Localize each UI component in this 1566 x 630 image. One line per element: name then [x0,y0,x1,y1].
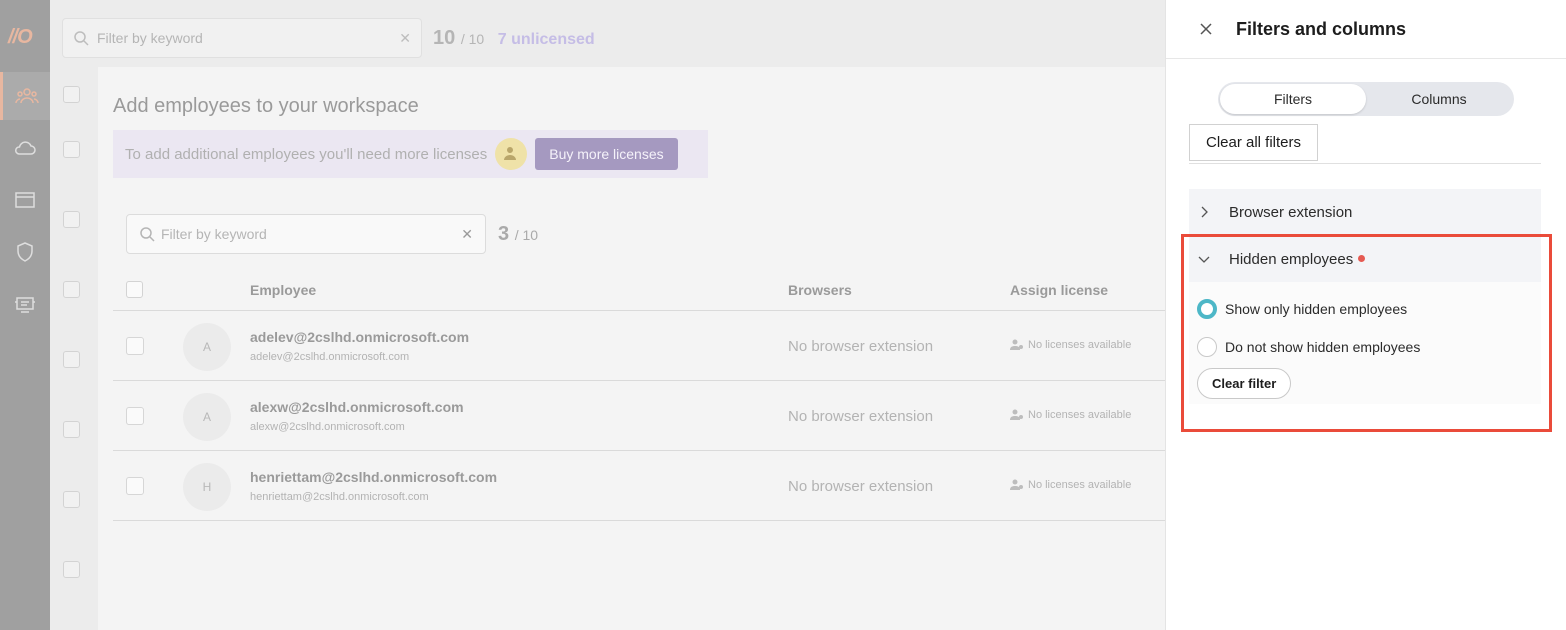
avatar: H [183,463,231,511]
row-checkbox[interactable] [63,141,80,158]
modal-count-value: 3 [498,223,510,245]
row-checkbox[interactable] [63,491,80,508]
employee-email: adelev@2cslhd.onmicrosoft.com [250,329,470,345]
hidden-employees-options: Show only hidden employees Do not show h… [1189,282,1541,404]
browser-window-icon [15,192,35,208]
search-icon [74,31,89,46]
nav-devices[interactable] [0,280,50,328]
modal-count-total: / 10 [514,227,539,243]
buy-more-licenses-button[interactable]: Buy more licenses [535,138,678,170]
select-all-checkbox[interactable] [126,281,143,298]
license-status: No licenses available [1010,479,1131,491]
table-row[interactable]: A alexw@2cslhd.onmicrosoft.com alexw@2cs… [113,381,1166,451]
accordion-hidden-employees[interactable]: Hidden employees [1189,236,1541,282]
employee-count: 10 / 10 7 unlicensed [433,27,595,50]
license-status: No licenses available [1010,339,1131,351]
search-icon [140,227,155,242]
notice-text: To add additional employees you'll need … [125,145,488,163]
unlicensed-link[interactable]: 7 unlicensed [498,31,595,48]
row-checkbox[interactable] [63,351,80,368]
radio-label: Show only hidden employees [1225,301,1408,317]
avatar: A [183,393,231,441]
clear-search-icon[interactable]: ✕ [461,226,473,243]
nav-rail: //O [0,0,50,630]
nav-cloud[interactable] [0,124,50,172]
user-license-icon [495,138,528,170]
row-checkbox[interactable] [63,86,80,103]
row-checkbox[interactable] [126,407,144,425]
avatar: A [183,323,231,371]
row-checkbox[interactable] [63,421,80,438]
drawer-title: Filters and columns [1236,18,1407,39]
radio-show-only-hidden[interactable]: Show only hidden employees [1197,299,1407,319]
close-drawer-button[interactable] [1196,19,1216,39]
drawer-header: Filters and columns [1166,0,1566,59]
license-text: No licenses available [1028,409,1132,421]
radio-label: Do not show hidden employees [1225,339,1421,355]
user-icon [1010,479,1023,490]
modal-search-placeholder: Filter by keyword [161,226,267,242]
column-assign-license[interactable]: Assign license [1010,282,1108,298]
employee-email: henriettam@2cslhd.onmicrosoft.com [250,469,498,485]
divider [1189,163,1541,164]
radio-selected[interactable] [1197,299,1217,319]
employee-email: alexw@2cslhd.onmicrosoft.com [250,399,464,415]
nav-browser[interactable] [0,176,50,224]
row-checkbox[interactable] [126,477,144,495]
nav-security[interactable] [0,228,50,276]
table-row[interactable]: H henriettam@2cslhd.onmicrosoft.com henr… [113,451,1166,521]
chevron-right-icon [1189,206,1219,218]
employees-search[interactable]: Filter by keyword ✕ [62,18,422,58]
modal-search[interactable]: Filter by keyword ✕ [126,214,486,254]
search-placeholder: Filter by keyword [97,30,203,46]
add-employees-modal: Add employees to your workspace To add a… [98,67,1166,630]
radio-do-not-show-hidden[interactable]: Do not show hidden employees [1197,337,1420,357]
browser-status: No browser extension [788,338,934,355]
license-text: No licenses available [1028,339,1132,351]
tab-columns[interactable]: Columns [1366,84,1512,114]
license-notice: To add additional employees you'll need … [113,130,708,178]
clear-all-filters-button[interactable]: Clear all filters [1189,124,1319,161]
table-row[interactable]: A adelev@2cslhd.onmicrosoft.com adelev@2… [113,311,1166,381]
browser-status: No browser extension [788,408,934,425]
filters-drawer: Filters and columns Filters Columns Clea… [1165,0,1566,630]
table-header: Employee Browsers Assign license [113,268,1166,311]
row-checkbox[interactable] [63,281,80,298]
column-employee[interactable]: Employee [250,282,316,298]
employee-email-sub: henriettam@2cslhd.onmicrosoft.com [250,491,429,503]
license-status: No licenses available [1010,409,1131,421]
employees-icon [14,88,39,104]
accordion-label: Browser extension [1229,203,1353,221]
app-logo[interactable]: //O [8,26,33,49]
browser-status: No browser extension [788,478,934,495]
radio-unselected[interactable] [1197,337,1217,357]
chevron-down-icon [1189,255,1219,263]
cloud-icon [15,141,36,155]
modal-title: Add employees to your workspace [113,95,419,117]
active-filter-dot [1358,254,1366,262]
modal-count: 3 / 10 [498,223,538,246]
filters-columns-toggle: Filters Columns [1218,82,1514,116]
clear-search-icon[interactable]: ✕ [399,30,411,47]
row-checkbox[interactable] [63,211,80,228]
background-page: Filter by keyword ✕ 10 / 10 7 unlicensed… [50,0,1166,630]
tab-filters[interactable]: Filters [1220,84,1366,114]
row-checkbox[interactable] [126,337,144,355]
nav-employees[interactable] [0,72,50,120]
close-icon [1200,23,1212,35]
user-icon [1010,409,1023,420]
accordion-label: Hidden employees [1229,250,1354,268]
clear-filter-button[interactable]: Clear filter [1197,368,1292,399]
column-browsers[interactable]: Browsers [788,282,852,298]
device-icon [15,297,35,313]
accordion-browser-extension[interactable]: Browser extension [1189,189,1541,235]
count-value: 10 [433,27,456,49]
count-total: / 10 [460,31,485,47]
user-icon [1010,339,1023,350]
employee-email-sub: alexw@2cslhd.onmicrosoft.com [250,421,405,433]
license-text: No licenses available [1028,479,1132,491]
shield-icon [17,242,33,262]
employee-email-sub: adelev@2cslhd.onmicrosoft.com [250,351,410,363]
row-checkbox[interactable] [63,561,80,578]
